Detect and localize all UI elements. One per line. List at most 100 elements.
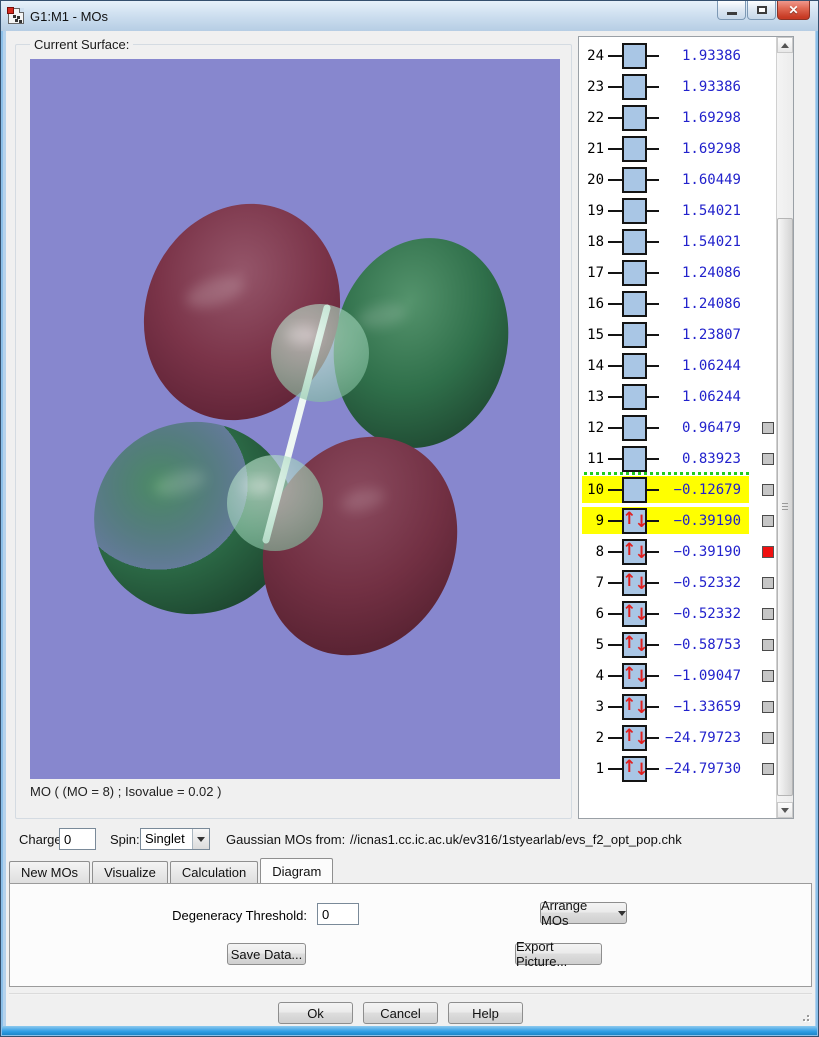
mo-orbital-box[interactable]: ↑ ↓ bbox=[622, 600, 647, 627]
ok-button[interactable]: Ok bbox=[278, 1002, 353, 1024]
mo-visible-checkbox[interactable] bbox=[762, 762, 774, 775]
mo-level[interactable]: 14 1.06244 bbox=[582, 352, 749, 379]
mo-orbital-box[interactable] bbox=[622, 290, 647, 317]
mo-level[interactable]: 2 ↑ ↓ −24.79723 bbox=[582, 724, 749, 751]
mo-visible-checkbox[interactable] bbox=[762, 545, 774, 558]
tab-calculation[interactable]: Calculation bbox=[169, 861, 259, 883]
charge-input[interactable] bbox=[59, 828, 96, 850]
export-picture-button[interactable]: Export Picture... bbox=[515, 939, 602, 969]
level-line bbox=[608, 550, 622, 553]
close-button[interactable]: ✕ bbox=[777, 1, 810, 20]
footer-separator bbox=[9, 993, 812, 995]
mo-level[interactable]: 11 0.83923 bbox=[582, 445, 749, 472]
mo-level[interactable]: 19 1.54021 bbox=[582, 197, 749, 224]
mo-visible-checkbox[interactable] bbox=[762, 669, 774, 682]
mo-visible-checkbox[interactable] bbox=[762, 576, 774, 589]
mo-level[interactable]: 13 1.06244 bbox=[582, 383, 749, 410]
mo-level-panel: 24 1.93386 23 1.93386 22 1.69298 21 1.69298 20 1.… bbox=[578, 36, 794, 819]
mo-level[interactable]: 23 1.93386 bbox=[582, 73, 749, 100]
tab-diagram[interactable]: Diagram bbox=[260, 858, 334, 883]
mo-orbital-box[interactable] bbox=[622, 228, 647, 255]
app-icon-red-square bbox=[7, 7, 14, 14]
mo-level[interactable]: 18 1.54021 bbox=[582, 228, 749, 255]
mo-orbital-box[interactable] bbox=[622, 42, 647, 69]
mo-visible-checkbox[interactable] bbox=[762, 731, 774, 744]
mo-visible-checkbox[interactable] bbox=[762, 421, 774, 434]
atom-sphere-bottom bbox=[227, 455, 323, 551]
save-data-button[interactable]: Save Data... bbox=[227, 943, 306, 965]
mo-row: 19 1.54021 bbox=[579, 195, 776, 226]
tab-label: New MOs bbox=[21, 865, 79, 880]
mo-orbital-box[interactable] bbox=[622, 352, 647, 379]
scroll-down-button[interactable] bbox=[777, 802, 793, 818]
scrollbar-track[interactable] bbox=[777, 53, 793, 802]
arrange-mos-button[interactable]: Arrange MOs bbox=[540, 898, 627, 928]
mo-orbital-box[interactable]: ↑ ↓ bbox=[622, 724, 647, 751]
mo-orbital-box[interactable] bbox=[622, 321, 647, 348]
mo-orbital-box[interactable]: ↑ ↓ bbox=[622, 631, 647, 658]
mo-number: 24 bbox=[587, 47, 604, 64]
mo-level[interactable]: 7 ↑ ↓ −0.52332 bbox=[582, 569, 749, 596]
scroll-up-button[interactable] bbox=[777, 37, 793, 53]
mo-visible-checkbox[interactable] bbox=[762, 514, 774, 527]
mo-rows: 24 1.93386 23 1.93386 22 1.69298 21 1.69298 20 1.… bbox=[579, 37, 776, 818]
mo-level[interactable]: 15 1.23807 bbox=[582, 321, 749, 348]
mo-orbital-box[interactable] bbox=[622, 166, 647, 193]
mo-level[interactable]: 12 0.96479 bbox=[582, 414, 749, 441]
mo-orbital-box[interactable] bbox=[622, 104, 647, 131]
help-button[interactable]: Help bbox=[448, 1002, 523, 1024]
maximize-button[interactable] bbox=[747, 1, 776, 20]
mo-orbital-box[interactable] bbox=[622, 259, 647, 286]
mo-orbital-box[interactable] bbox=[622, 383, 647, 410]
mo-visible-checkbox[interactable] bbox=[762, 452, 774, 465]
mo-orbital-box[interactable] bbox=[622, 445, 647, 472]
mo-level[interactable]: 24 1.93386 bbox=[582, 42, 749, 69]
mo-energy-value: 1.54021 bbox=[681, 202, 741, 219]
mo-level[interactable]: 22 1.69298 bbox=[582, 104, 749, 131]
mo-orbital-box[interactable] bbox=[622, 197, 647, 224]
level-line bbox=[647, 85, 659, 88]
mo-orbital-box[interactable] bbox=[622, 476, 647, 503]
mo-orbital-box[interactable]: ↑ ↓ bbox=[622, 662, 647, 689]
mo-orbital-box[interactable] bbox=[622, 414, 647, 441]
mo-orbital-box[interactable]: ↑ ↓ bbox=[622, 755, 647, 782]
mo-level[interactable]: 6 ↑ ↓ −0.52332 bbox=[582, 600, 749, 627]
mo-level[interactable]: 8 ↑ ↓ −0.39190 bbox=[582, 538, 749, 565]
mo-energy-value: −24.79723 bbox=[665, 729, 741, 746]
mo-orbital-box[interactable]: ↑ ↓ bbox=[622, 693, 647, 720]
mo-level[interactable]: 3 ↑ ↓ −1.33659 bbox=[582, 693, 749, 720]
spin-select[interactable]: Singlet bbox=[140, 828, 210, 850]
mo-visible-checkbox[interactable] bbox=[762, 483, 774, 496]
mo-visible-checkbox[interactable] bbox=[762, 638, 774, 651]
tab-new-mos[interactable]: New MOs bbox=[9, 861, 91, 883]
mo-list-scrollbar[interactable] bbox=[776, 37, 793, 818]
cancel-button[interactable]: Cancel bbox=[363, 1002, 438, 1024]
mo-orbital-box[interactable]: ↑ ↓ bbox=[622, 507, 647, 534]
mo-level[interactable]: 17 1.24086 bbox=[582, 259, 749, 286]
mo-orbital-box[interactable] bbox=[622, 135, 647, 162]
mo-orbital-box[interactable]: ↑ ↓ bbox=[622, 569, 647, 596]
mo-orbital-box[interactable] bbox=[622, 73, 647, 100]
minimize-button[interactable] bbox=[717, 1, 746, 20]
mo-level[interactable]: 4 ↑ ↓ −1.09047 bbox=[582, 662, 749, 689]
mo-level[interactable]: 1 ↑ ↓ −24.79730 bbox=[582, 755, 749, 782]
title-bar[interactable]: G1:M1 - MOs ✕ bbox=[1, 1, 818, 31]
mo-number: 2 bbox=[595, 729, 604, 746]
resize-grip[interactable] bbox=[797, 1009, 809, 1021]
level-line bbox=[647, 209, 659, 212]
spin-dropdown-button[interactable] bbox=[192, 829, 209, 849]
mo-level[interactable]: 21 1.69298 bbox=[582, 135, 749, 162]
mo-level[interactable]: 9 ↑ ↓ −0.39190 bbox=[582, 507, 749, 534]
mo-level[interactable]: 10 −0.12679 bbox=[582, 476, 749, 503]
mo-visible-checkbox[interactable] bbox=[762, 607, 774, 620]
degeneracy-threshold-input[interactable] bbox=[317, 903, 359, 925]
mo-level[interactable]: 5 ↑ ↓ −0.58753 bbox=[582, 631, 749, 658]
mo-visible-checkbox[interactable] bbox=[762, 700, 774, 713]
orbital-3d-viewport[interactable] bbox=[30, 59, 560, 779]
checkbox-slot bbox=[749, 762, 776, 775]
mo-level[interactable]: 20 1.60449 bbox=[582, 166, 749, 193]
tab-visualize[interactable]: Visualize bbox=[92, 861, 168, 883]
scrollbar-thumb[interactable] bbox=[777, 218, 793, 796]
mo-orbital-box[interactable]: ↑ ↓ bbox=[622, 538, 647, 565]
mo-level[interactable]: 16 1.24086 bbox=[582, 290, 749, 317]
